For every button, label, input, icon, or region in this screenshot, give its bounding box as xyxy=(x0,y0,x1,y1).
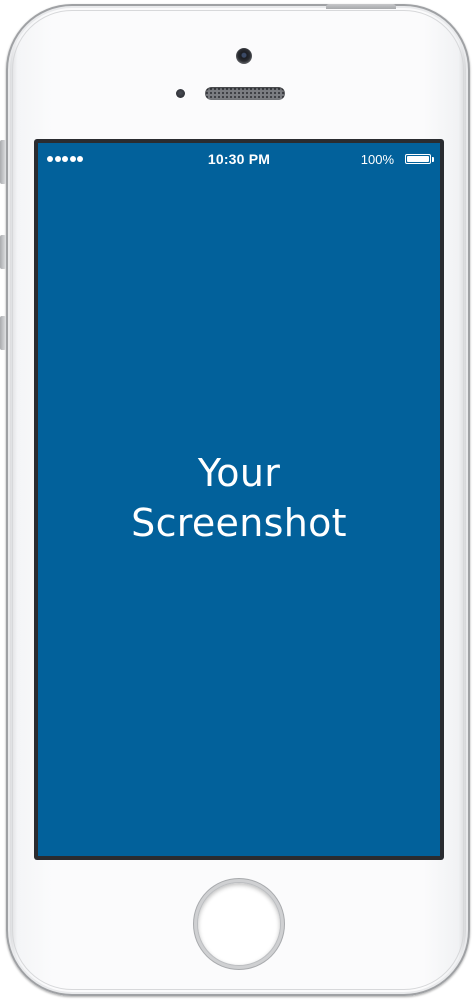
battery-icon xyxy=(405,154,431,164)
proximity-sensor-icon xyxy=(176,89,185,98)
placeholder-line-1: Your xyxy=(197,451,281,495)
home-button[interactable] xyxy=(197,882,281,966)
screen[interactable]: 10:30 PM 100% Your Screenshot xyxy=(38,143,440,856)
volume-up-button[interactable] xyxy=(0,235,6,269)
volume-down-button[interactable] xyxy=(0,316,6,350)
placeholder-line-2: Screenshot xyxy=(131,501,347,545)
battery-tip xyxy=(432,157,434,162)
screenshot-placeholder: Your Screenshot xyxy=(38,448,440,548)
power-button[interactable] xyxy=(326,4,396,9)
speaker-grille-icon xyxy=(205,87,285,100)
battery-fill xyxy=(407,156,429,162)
mute-switch[interactable] xyxy=(0,140,6,184)
status-bar: 10:30 PM 100% xyxy=(38,143,440,175)
battery-percent: 100% xyxy=(360,152,394,167)
front-camera-icon xyxy=(236,48,252,64)
